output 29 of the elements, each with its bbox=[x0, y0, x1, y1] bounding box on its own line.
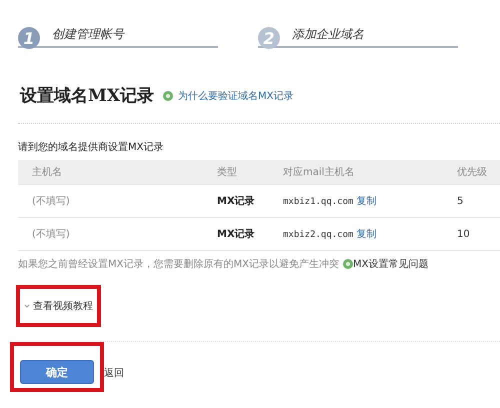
step-label: 创建管理帐号 bbox=[52, 26, 124, 42]
copy-link[interactable]: 复制 bbox=[356, 196, 377, 207]
help-icon bbox=[342, 259, 353, 269]
help-icon bbox=[163, 90, 174, 100]
note-text: 如果您之前曾经设置MX记录，您需要删除原有的MX记录以避免产生冲突 bbox=[18, 258, 339, 271]
table-cell: mxbiz2.qq.com bbox=[283, 230, 354, 240]
table-cell-text: 5 bbox=[457, 196, 464, 206]
page-title: 设置域名MX记录 bbox=[20, 85, 154, 107]
table-cell-text: MX记录 bbox=[217, 194, 256, 208]
step-label: 添加企业域名 bbox=[292, 26, 364, 42]
table-cell-text: MX记录 bbox=[217, 228, 256, 241]
video-tutorial-link[interactable]: 查看视频教程 bbox=[33, 299, 93, 313]
table-cell: mxbiz1.qq.com bbox=[283, 197, 354, 207]
instruction-text: 请到您的域名提供商设置MX记录 bbox=[18, 140, 164, 154]
faq-link[interactable]: MX设置常见问题 bbox=[352, 257, 428, 271]
table-cell-text: (不填写) bbox=[31, 194, 71, 208]
copy-link[interactable]: 复制 bbox=[356, 229, 377, 240]
back-link[interactable]: 返回 bbox=[104, 366, 124, 380]
column-header: 对应mail主机名 bbox=[283, 166, 356, 179]
chevron-icon bbox=[24, 303, 30, 309]
column-header: 类型 bbox=[217, 166, 238, 179]
column-header: 优先级 bbox=[457, 166, 488, 179]
help-link[interactable]: 为什么要验证域名MX记录 bbox=[178, 88, 294, 102]
step-number: 1 bbox=[18, 27, 40, 49]
confirm-button[interactable]: 确定 bbox=[20, 360, 94, 384]
table-cell-text: (不填写) bbox=[31, 228, 71, 241]
step-number: 2 bbox=[258, 27, 280, 49]
table-cell-text: 10 bbox=[457, 228, 471, 240]
column-header: 主机名 bbox=[31, 166, 63, 179]
